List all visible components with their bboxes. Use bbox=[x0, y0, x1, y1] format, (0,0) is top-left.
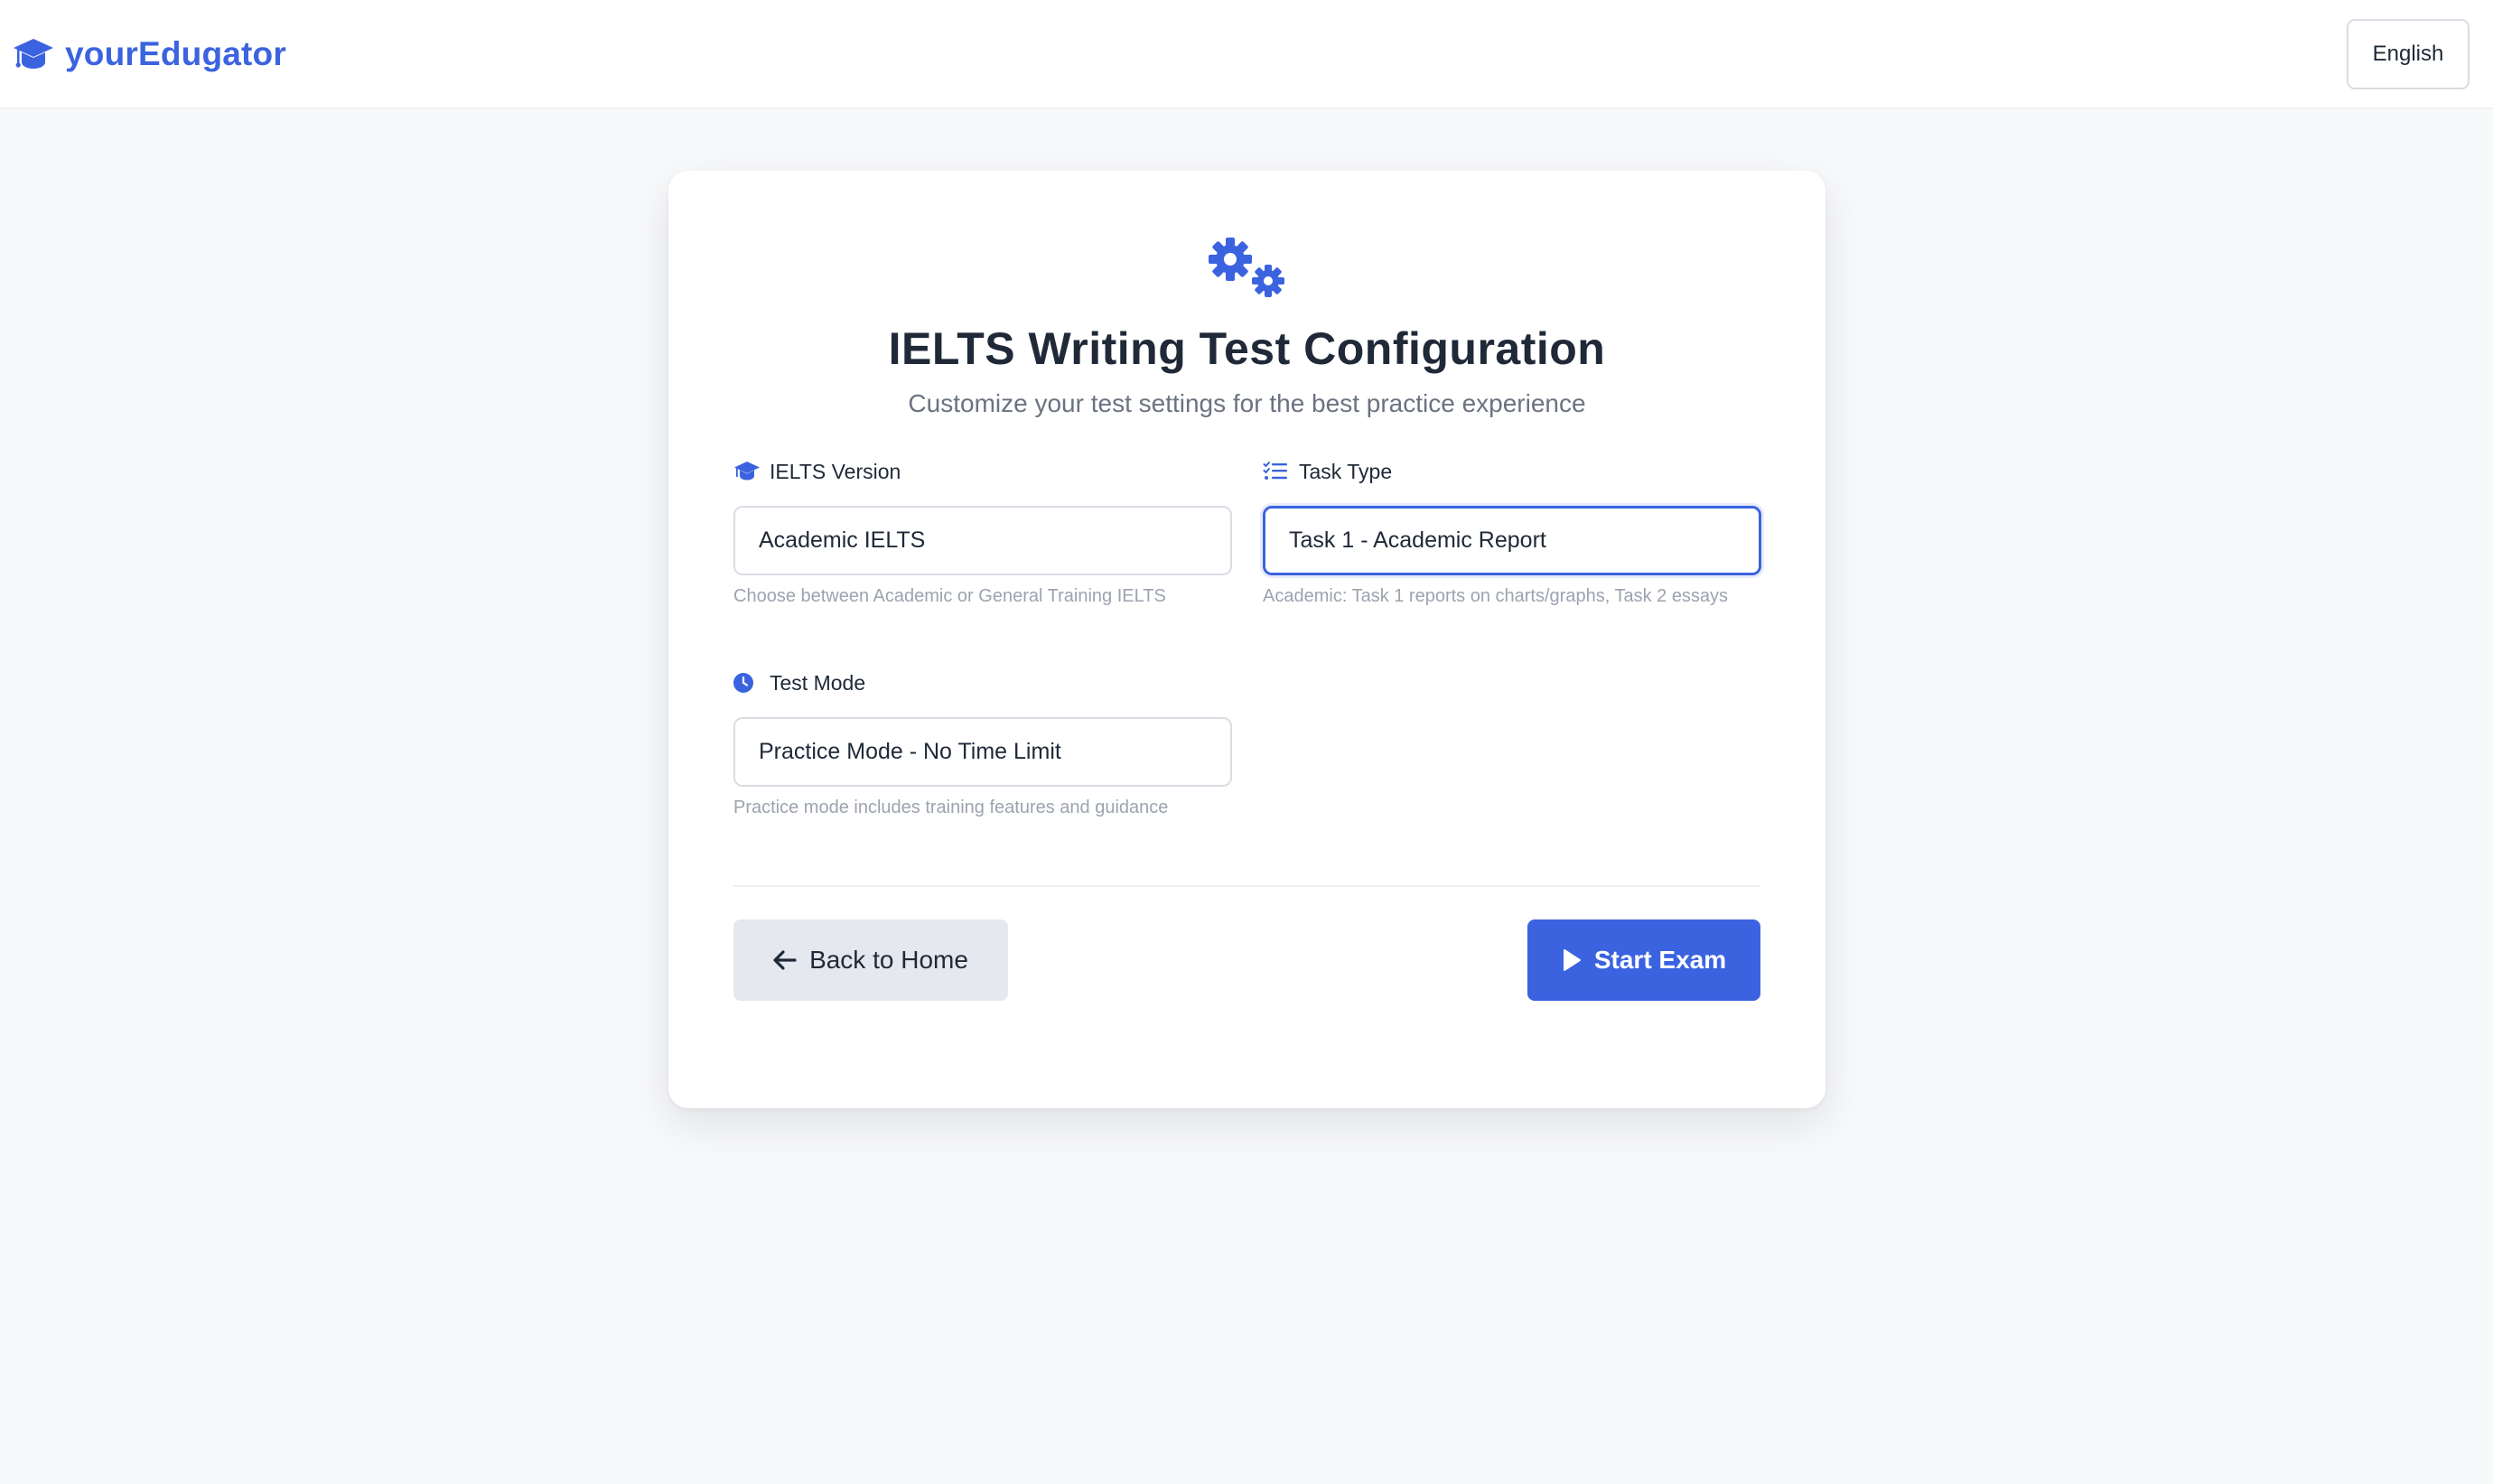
task-type-select[interactable]: Task 1 - Academic Report bbox=[1263, 506, 1761, 575]
page-subtitle: Customize your test settings for the bes… bbox=[908, 389, 1586, 417]
top-navbar: yourEdugator English bbox=[0, 0, 2493, 109]
gears-icon bbox=[1203, 232, 1293, 304]
page-title: IELTS Writing Test Configuration bbox=[888, 323, 1606, 374]
list-check-icon bbox=[1263, 461, 1290, 482]
back-to-home-button[interactable]: Back to Home bbox=[733, 919, 1008, 1001]
test-mode-select[interactable]: Practice Mode - No Time Limit bbox=[733, 717, 1232, 787]
start-exam-label: Start Exam bbox=[1593, 946, 1727, 974]
test-mode-label: Test Mode bbox=[770, 670, 866, 695]
play-icon bbox=[1562, 948, 1582, 972]
ielts-version-select[interactable]: Academic IELTS bbox=[733, 506, 1232, 575]
config-card: IELTS Writing Test Configuration Customi… bbox=[668, 171, 1825, 1108]
task-type-label: Task Type bbox=[1299, 459, 1393, 483]
task-type-field: Task Type Task 1 - Academic Report Acade… bbox=[1263, 458, 1761, 607]
start-exam-button[interactable]: Start Exam bbox=[1527, 919, 1760, 1001]
brand-name: yourEdugator bbox=[65, 34, 286, 72]
language-selector-button[interactable]: English bbox=[2347, 18, 2470, 89]
arrow-left-icon bbox=[773, 949, 797, 971]
test-mode-hint: Practice mode includes training features… bbox=[733, 798, 1169, 817]
back-to-home-label: Back to Home bbox=[809, 946, 968, 974]
ielts-version-label: IELTS Version bbox=[770, 459, 901, 483]
test-mode-field: Test Mode Practice Mode - No Time Limit … bbox=[733, 669, 1232, 818]
ielts-version-hint: Choose between Academic or General Train… bbox=[733, 586, 1166, 606]
ielts-version-field: IELTS Version Academic IELTS Choose betw… bbox=[733, 458, 1232, 607]
brand-logo[interactable]: yourEdugator bbox=[13, 35, 286, 73]
graduation-cap-icon bbox=[13, 36, 54, 72]
clock-icon bbox=[733, 672, 761, 694]
graduation-cap-icon bbox=[733, 461, 761, 482]
divider bbox=[733, 885, 1760, 887]
task-type-hint: Academic: Task 1 reports on charts/graph… bbox=[1263, 586, 1729, 606]
